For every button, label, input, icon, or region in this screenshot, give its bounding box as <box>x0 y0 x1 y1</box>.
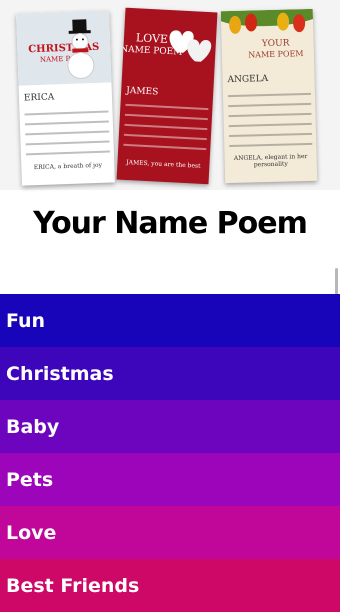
menu-item-label: Best Friends <box>6 574 140 597</box>
card-subtitle: NAME POEM <box>248 49 304 60</box>
card-name: JAMES <box>125 85 159 98</box>
menu-item-best-friends[interactable]: Best Friends <box>0 559 340 612</box>
card-name: ANGELA <box>227 74 269 86</box>
category-menu: Fun Christmas Baby Pets Love Best Friend… <box>0 294 340 612</box>
card-name: ERICA <box>23 92 55 104</box>
menu-item-christmas[interactable]: Christmas <box>0 347 340 400</box>
snowman-icon <box>67 19 95 79</box>
card-footer: ERICA, a breath of joy <box>33 161 103 172</box>
menu-item-label: Christmas <box>6 362 114 385</box>
hearts-icon <box>169 30 212 62</box>
menu-item-fun[interactable]: Fun <box>0 294 340 347</box>
christmas-poem-card: CHRISTMAS NAME POEM ERICA ERICA, a breat… <box>16 10 115 186</box>
card-title: YOUR <box>261 38 290 50</box>
menu-item-love[interactable]: Love <box>0 506 340 559</box>
tulips-icon <box>220 8 313 34</box>
app-title: Your Name Poem <box>33 206 308 241</box>
card-footer: JAMES, you are the best <box>126 158 201 170</box>
menu-item-pets[interactable]: Pets <box>0 453 340 506</box>
card-footer: ANGELA, elegant in her personality <box>233 153 308 169</box>
menu-item-label: Pets <box>6 468 54 491</box>
name-poem-card: YOUR NAME POEM ANGELA ANGELA, elegant in… <box>220 8 318 184</box>
menu-item-label: Fun <box>6 309 46 332</box>
menu-item-baby[interactable]: Baby <box>0 400 340 453</box>
love-poem-card: LOVE NAME POEM JAMES JAMES, you are the … <box>116 7 218 185</box>
menu-item-label: Love <box>6 521 57 544</box>
hero-banner: CHRISTMAS NAME POEM ERICA ERICA, a breat… <box>0 0 340 190</box>
menu-item-label: Baby <box>6 415 60 438</box>
